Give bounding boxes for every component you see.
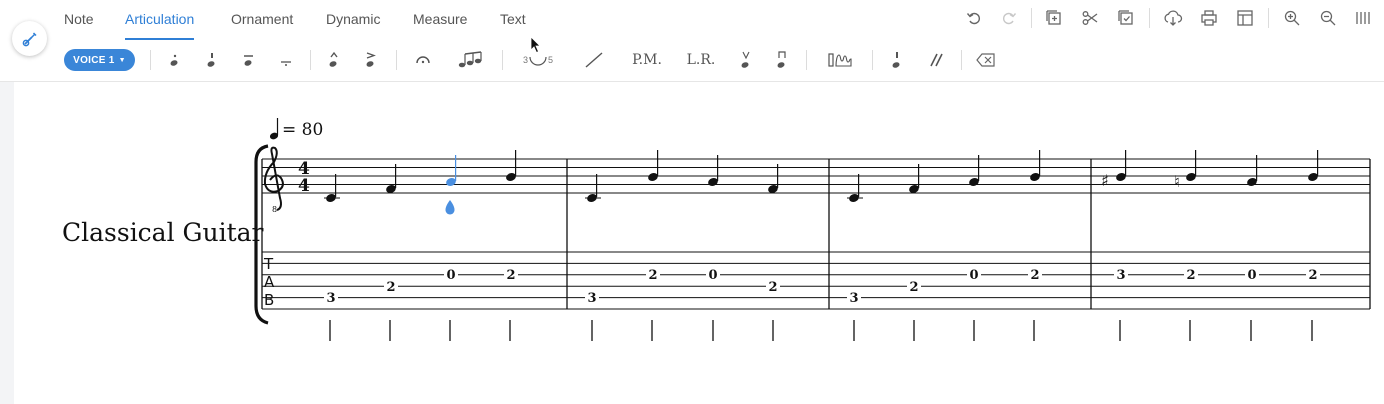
tab-number: 2 [909, 280, 918, 295]
tab-numbers: 3 2 0 2 3 2 0 2 3 2 0 2 3 2 0 2 [324, 268, 1320, 306]
tab-number: 2 [648, 268, 657, 283]
tab-number: 2 [1308, 268, 1317, 283]
note [1247, 155, 1258, 186]
tab-staff [262, 251, 1370, 310]
note [386, 164, 397, 193]
tab-number: 2 [1030, 268, 1039, 283]
note [1308, 150, 1319, 181]
note [1030, 150, 1041, 181]
tempo-note-icon [269, 118, 279, 140]
svg-text:4: 4 [298, 176, 310, 196]
time-signature: 4 4 [298, 159, 310, 196]
note [909, 164, 920, 193]
tab-number: 2 [768, 280, 777, 295]
tab-number: 3 [849, 291, 858, 306]
tab-number: 2 [506, 268, 515, 283]
note [708, 155, 719, 186]
treble-clef-icon: 8 [263, 146, 284, 214]
note [324, 174, 340, 202]
tab-number: 2 [386, 280, 395, 295]
tab-number: 0 [708, 268, 717, 283]
tab-clef-a: A [264, 273, 275, 291]
svg-text:♯: ♯ [1101, 171, 1109, 190]
svg-text:♮: ♮ [1174, 172, 1180, 191]
notes: ♯ ♮ [324, 150, 1319, 215]
note [969, 155, 980, 186]
tab-clef-t: T [263, 255, 274, 273]
note [585, 174, 601, 202]
tab-number: 2 [1186, 268, 1195, 283]
tab-number: 3 [326, 291, 335, 306]
tab-number: 0 [1247, 268, 1256, 283]
tab-number: 3 [587, 291, 596, 306]
tab-number: 0 [969, 268, 978, 283]
tab-clef-b: B [264, 291, 274, 309]
note [506, 150, 517, 181]
note [648, 150, 659, 181]
svg-text:8: 8 [272, 205, 277, 214]
note [847, 174, 863, 202]
standard-staff [262, 158, 1370, 194]
score-canvas[interactable]: 8 4 4 T A B ♯ ♮ 3 2 0 2 3 2 0 2 3 2 0 2 … [0, 0, 1384, 404]
tab-number: 0 [446, 268, 455, 283]
note [768, 164, 779, 193]
tab-number: 3 [1116, 268, 1125, 283]
tab-rhythm-stems [329, 320, 1313, 341]
